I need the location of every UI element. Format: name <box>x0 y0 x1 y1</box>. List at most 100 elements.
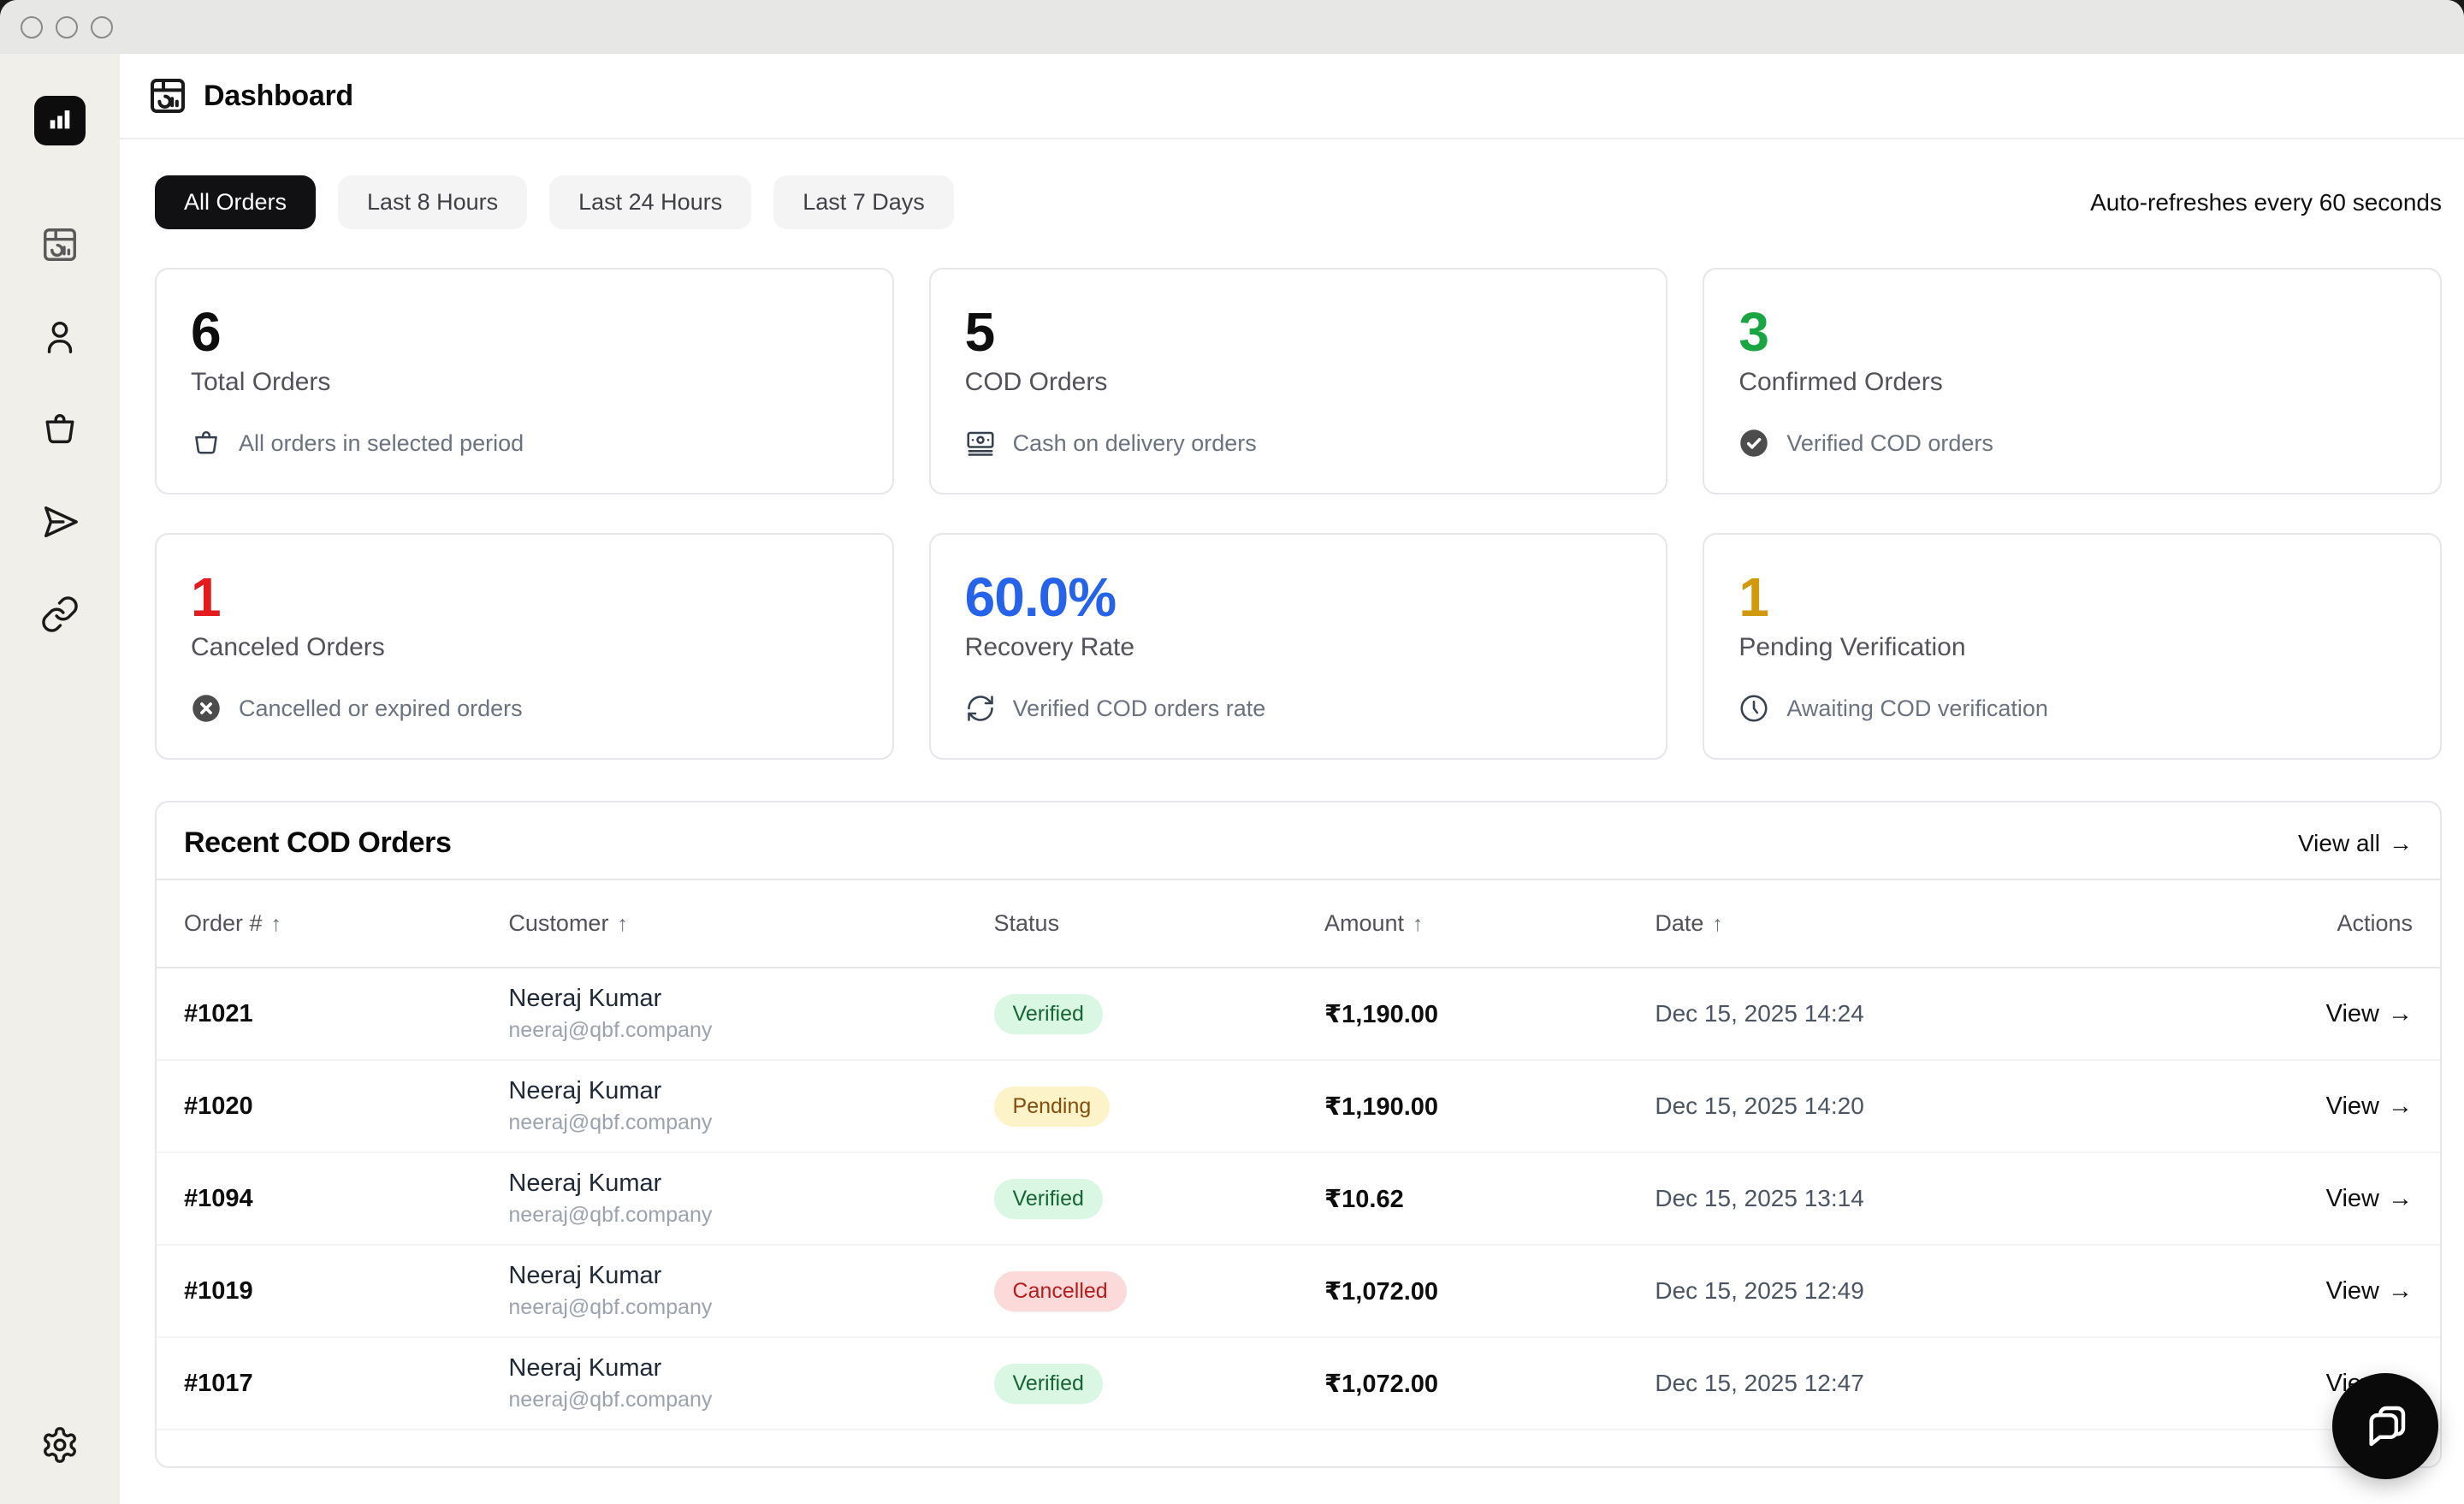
stat-value: 1 <box>1738 569 2406 626</box>
stat-desc-text: Cash on delivery orders <box>1013 430 1257 457</box>
amount: ₹1,190.00 <box>1324 999 1655 1029</box>
page-title: Dashboard <box>204 80 353 113</box>
column-header-actions: Actions <box>2289 910 2413 937</box>
column-header-customer[interactable]: Customer↑ <box>508 910 993 937</box>
view-order-button[interactable]: View→ <box>2326 1277 2413 1306</box>
check-circle-icon <box>1738 428 1769 459</box>
period-tabs: All Orders Last 8 Hours Last 24 Hours La… <box>155 175 954 229</box>
amount: ₹1,072.00 <box>1324 1369 1655 1399</box>
view-order-button[interactable]: View→ <box>2326 1092 2413 1121</box>
sidebar-item-customers[interactable] <box>40 317 80 357</box>
sidebar-item-analytics[interactable] <box>34 96 86 145</box>
stat-label: Total Orders <box>191 368 858 397</box>
sort-asc-icon: ↑ <box>617 912 628 937</box>
customer-email: neeraj@qbf.company <box>508 1295 993 1320</box>
stat-label: Confirmed Orders <box>1738 368 2406 397</box>
sidebar-item-orders[interactable] <box>40 410 80 449</box>
chat-fab-button[interactable] <box>2332 1373 2438 1479</box>
customer-cell: Neeraj Kumar neeraj@qbf.company <box>508 1354 993 1412</box>
customer-name: Neeraj Kumar <box>508 1077 993 1105</box>
tab-last-8-hours[interactable]: Last 8 Hours <box>338 175 527 229</box>
column-header-status: Status <box>994 910 1324 937</box>
table-title: Recent COD Orders <box>184 826 452 860</box>
shopping-bag-icon <box>191 428 222 459</box>
stat-desc-text: Cancelled or expired orders <box>239 696 523 722</box>
stat-value: 3 <box>1738 304 2406 361</box>
date: Dec 15, 2025 12:47 <box>1655 1370 2289 1397</box>
stat-card-canceled-orders: 1 Canceled Orders Cancelled or expired o… <box>155 533 894 760</box>
link-icon <box>40 595 80 634</box>
stat-value: 1 <box>191 569 858 626</box>
customer-name: Neeraj Kumar <box>508 1262 993 1290</box>
page-header: Dashboard <box>120 54 2464 139</box>
customer-name: Neeraj Kumar <box>508 1169 993 1198</box>
customer-email: neeraj@qbf.company <box>508 1388 993 1412</box>
column-header-order[interactable]: Order #↑ <box>184 910 508 937</box>
dashboard-icon <box>147 75 188 116</box>
stat-value: 60.0% <box>965 569 1632 626</box>
tab-all-orders[interactable]: All Orders <box>155 175 316 229</box>
send-icon <box>40 502 80 542</box>
amount: ₹1,190.00 <box>1324 1092 1655 1122</box>
arrow-right-icon: → <box>2388 1185 2413 1213</box>
table-row: #1020 Neeraj Kumar neeraj@qbf.company Pe… <box>157 1061 2440 1153</box>
arrow-right-icon: → <box>2389 830 2413 857</box>
date: Dec 15, 2025 12:49 <box>1655 1277 2289 1305</box>
shopping-bag-icon <box>40 410 80 449</box>
customer-cell: Neeraj Kumar neeraj@qbf.company <box>508 985 993 1043</box>
column-header-amount[interactable]: Amount↑ <box>1324 910 1655 937</box>
stat-card-cod-orders: 5 COD Orders Cash on delivery orders <box>929 268 1668 494</box>
customer-email: neeraj@qbf.company <box>508 1018 993 1043</box>
table-row: #1021 Neeraj Kumar neeraj@qbf.company Ve… <box>157 968 2440 1061</box>
main-area: Dashboard All Orders Last 8 Hours Last 2… <box>120 54 2464 1504</box>
user-icon <box>40 317 80 357</box>
customer-cell: Neeraj Kumar neeraj@qbf.company <box>508 1169 993 1228</box>
sort-asc-icon: ↑ <box>1413 912 1424 937</box>
stats-grid: 6 Total Orders All orders in selected pe… <box>155 268 2442 760</box>
sidebar-item-dashboard[interactable] <box>40 225 80 264</box>
customer-name: Neeraj Kumar <box>508 985 993 1013</box>
column-header-date[interactable]: Date↑ <box>1655 910 2289 937</box>
stat-label: Canceled Orders <box>191 633 858 662</box>
chat-bubbles-icon <box>2361 1402 2409 1450</box>
sidebar-item-links[interactable] <box>40 595 80 634</box>
view-order-button[interactable]: View→ <box>2326 1185 2413 1213</box>
customer-cell: Neeraj Kumar neeraj@qbf.company <box>508 1262 993 1320</box>
customer-email: neeraj@qbf.company <box>508 1110 993 1135</box>
bar-chart-icon <box>45 104 74 138</box>
arrow-right-icon: → <box>2388 1092 2413 1121</box>
view-order-button[interactable]: View→ <box>2326 1000 2413 1028</box>
banknote-icon <box>965 428 996 459</box>
tab-last-24-hours[interactable]: Last 24 Hours <box>549 175 751 229</box>
settings-gear-icon <box>40 1425 80 1465</box>
order-number: #1017 <box>184 1370 508 1398</box>
sidebar-item-campaigns[interactable] <box>40 502 80 542</box>
stat-desc-text: Awaiting COD verification <box>1786 696 2048 722</box>
arrow-right-icon: → <box>2388 1277 2413 1306</box>
sort-asc-icon: ↑ <box>271 912 282 937</box>
order-number: #1021 <box>184 1000 508 1028</box>
sidebar-item-settings[interactable] <box>40 1425 80 1465</box>
window-minimize-button[interactable] <box>56 16 78 38</box>
status-badge: Verified <box>994 994 1103 1034</box>
window-zoom-button[interactable] <box>91 16 113 38</box>
x-circle-icon <box>191 693 222 724</box>
window-titlebar <box>0 0 2464 54</box>
table-row: #1019 Neeraj Kumar neeraj@qbf.company Ca… <box>157 1246 2440 1338</box>
stat-desc-text: All orders in selected period <box>239 430 524 457</box>
arrow-right-icon: → <box>2388 1000 2413 1028</box>
tab-last-7-days[interactable]: Last 7 Days <box>773 175 954 229</box>
order-number: #1094 <box>184 1185 508 1213</box>
view-all-link[interactable]: View all → <box>2298 830 2413 857</box>
order-number: #1020 <box>184 1092 508 1121</box>
customer-email: neeraj@qbf.company <box>508 1203 993 1228</box>
auto-refresh-note: Auto-refreshes every 60 seconds <box>2090 189 2442 216</box>
status-badge: Pending <box>994 1087 1111 1127</box>
customer-cell: Neeraj Kumar neeraj@qbf.company <box>508 1077 993 1135</box>
stat-desc-text: Verified COD orders <box>1786 430 1993 457</box>
stat-card-confirmed-orders: 3 Confirmed Orders Verified COD orders <box>1703 268 2442 494</box>
stat-value: 6 <box>191 304 858 361</box>
window-close-button[interactable] <box>21 16 43 38</box>
status-badge: Verified <box>994 1364 1103 1404</box>
stat-desc-text: Verified COD orders rate <box>1013 696 1266 722</box>
